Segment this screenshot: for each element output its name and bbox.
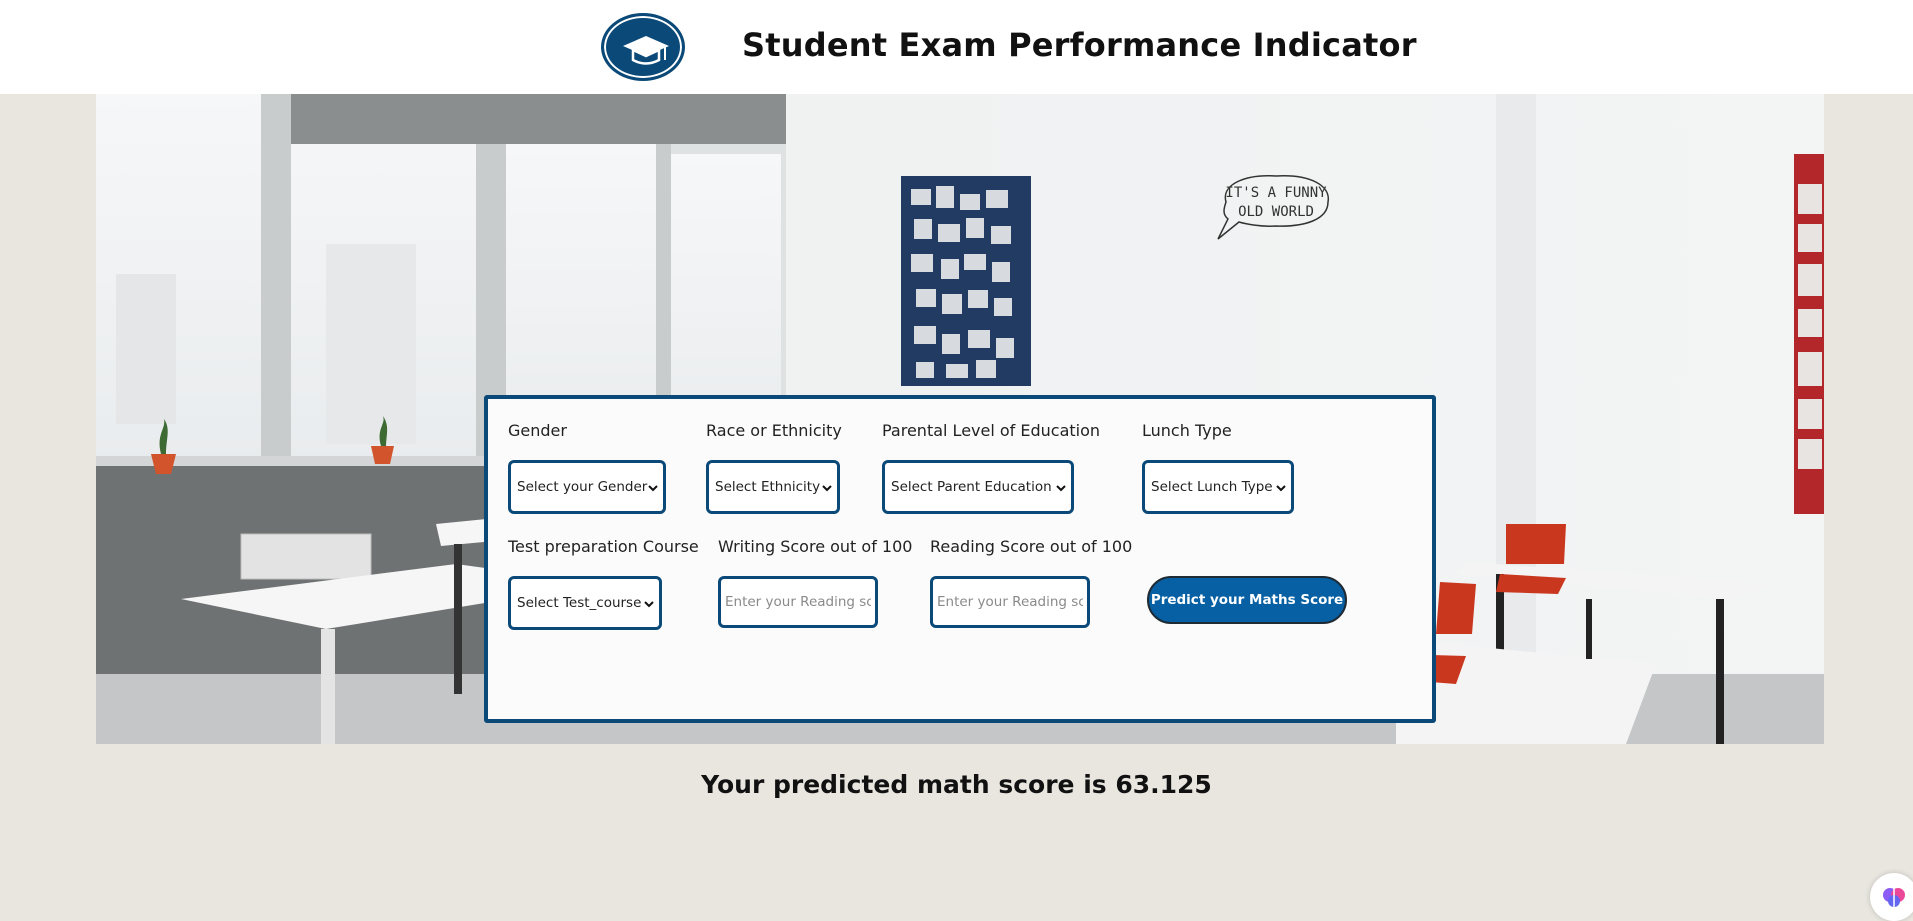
page-title: Student Exam Performance Indicator [742, 26, 1417, 64]
prediction-form: Gender Select your Gender Race or Ethnic… [484, 395, 1436, 723]
test-course-label: Test preparation Course [508, 537, 699, 556]
reading-score-input[interactable] [930, 576, 1090, 628]
chevron-down-icon [1276, 481, 1286, 492]
parental-education-select-value: Select Parent Education [891, 479, 1052, 495]
speech-bubble-line-1: IT'S A FUNNY [1225, 185, 1327, 201]
gender-select[interactable]: Select your Gender [508, 460, 666, 514]
ethnicity-select[interactable]: Select Ethnicity [706, 460, 840, 514]
prediction-result: Your predicted math score is 63.125 [701, 770, 1212, 799]
parental-education-select[interactable]: Select Parent Education [882, 460, 1074, 514]
predict-button[interactable]: Predict your Maths Score [1147, 576, 1347, 624]
lunch-select[interactable]: Select Lunch Type [1142, 460, 1294, 514]
lunch-select-value: Select Lunch Type [1151, 479, 1273, 495]
logo [601, 13, 685, 81]
reading-score-label: Reading Score out of 100 [930, 537, 1133, 556]
chevron-down-icon [648, 481, 658, 492]
test-course-select[interactable]: Select Test_course [508, 576, 662, 630]
chevron-down-icon [1056, 481, 1066, 492]
ethnicity-select-value: Select Ethnicity [715, 479, 821, 495]
ethnicity-label: Race or Ethnicity [706, 421, 842, 440]
header-bar: Student Exam Performance Indicator [0, 0, 1913, 94]
gender-label: Gender [508, 421, 567, 440]
writing-score-input[interactable] [718, 576, 878, 628]
writing-score-label: Writing Score out of 100 [718, 537, 913, 556]
assistant-widget-button[interactable] [1870, 873, 1913, 921]
chevron-down-icon [644, 597, 654, 608]
speech-bubble-line-2: OLD WORLD [1238, 204, 1314, 220]
chevron-down-icon [822, 481, 832, 492]
gender-select-value: Select your Gender [517, 479, 648, 495]
lunch-label: Lunch Type [1142, 421, 1232, 440]
test-course-select-value: Select Test_course [517, 595, 642, 611]
parental-education-label: Parental Level of Education [882, 421, 1101, 440]
